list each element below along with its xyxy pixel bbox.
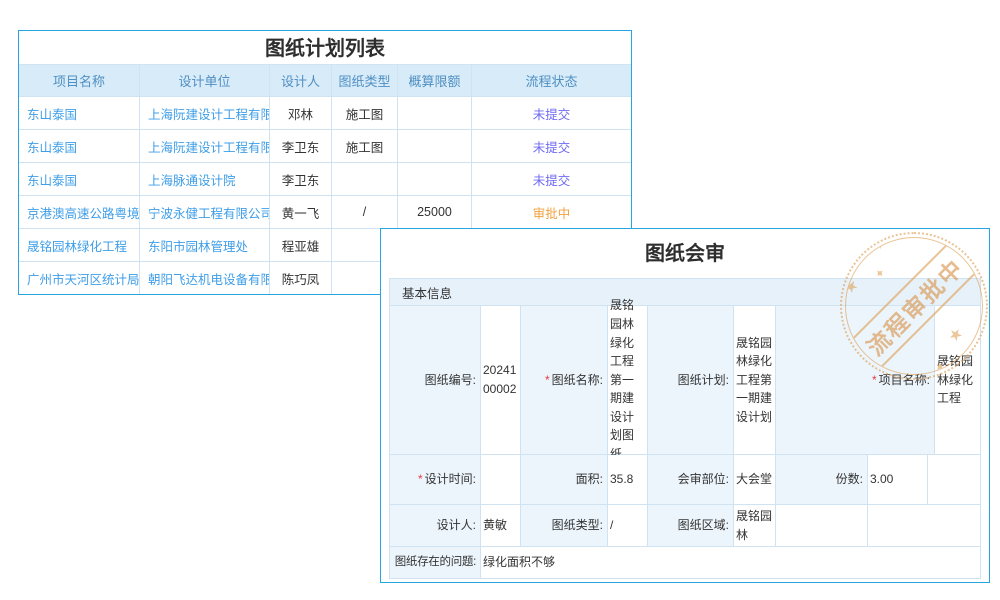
design-unit-link[interactable]: 上海阮建设计工程有限... — [139, 97, 269, 129]
field-label-text: 图纸编号: — [425, 371, 476, 390]
required-asterisk: * — [545, 371, 550, 390]
field-label-text: 面积: — [576, 470, 603, 489]
empty-cell — [927, 455, 980, 504]
form-row: * 设计时间: 面积: 35.8 会审部位: 大会堂 份数: 3.00 — [390, 455, 980, 505]
field-label-text: 项目名称: — [879, 371, 930, 390]
form-row: 图纸存在的问题: 绿化面积不够 — [390, 547, 980, 578]
field-value-design-time — [480, 455, 520, 504]
empty-cell — [867, 505, 980, 546]
field-label-review-location: 会审部位: — [647, 455, 733, 504]
status-link[interactable]: 未提交 — [471, 130, 631, 162]
field-value-drawing-type: / — [607, 505, 647, 546]
project-name-link[interactable]: 京港澳高速公路粤境... — [19, 196, 139, 228]
field-label-drawing-problems: 图纸存在的问题: — [390, 547, 480, 578]
field-label-drawing-plan: 图纸计划: — [647, 306, 733, 454]
designer-cell: 陈巧凤 — [269, 262, 331, 294]
design-unit-link[interactable]: 宁波永健工程有限公司 — [139, 196, 269, 228]
review-form-panel: 图纸会审 基本信息 图纸编号: 2024100002 * 图纸名称: 晟铭园林绿… — [380, 228, 990, 583]
design-unit-link[interactable]: 上海脉通设计院 — [139, 163, 269, 195]
budget-cell — [397, 130, 471, 162]
drawing-type-cell: / — [331, 196, 397, 228]
designer-cell: 李卫东 — [269, 163, 331, 195]
budget-cell — [397, 163, 471, 195]
field-label-text: 份数: — [836, 470, 863, 489]
field-label-text: 设计人: — [437, 516, 476, 535]
table-row: 东山泰国 上海脉通设计院 李卫东 未提交 — [19, 162, 631, 195]
field-label-design-time: * 设计时间: — [390, 455, 480, 504]
field-label-text: 图纸区域: — [678, 516, 729, 535]
field-value-drawing-number: 2024100002 — [480, 306, 520, 454]
designer-cell: 程亚雄 — [269, 229, 331, 261]
field-label-drawing-region: 图纸区域: — [647, 505, 733, 546]
project-name-link[interactable]: 东山泰国 — [19, 130, 139, 162]
field-value-drawing-name: 晟铭园林绿化工程第一期建设计划图纸 — [607, 306, 647, 454]
field-label-area: 面积: — [520, 455, 607, 504]
column-header-project-name: 项目名称 — [19, 65, 139, 96]
field-label-designer: 设计人: — [390, 505, 480, 546]
column-header-drawing-type: 图纸类型 — [331, 65, 397, 96]
project-name-link[interactable]: 广州市天河区统计局... — [19, 262, 139, 294]
designer-cell: 李卫东 — [269, 130, 331, 162]
project-name-link[interactable]: 晟铭园林绿化工程 — [19, 229, 139, 261]
form-row: 设计人: 黄敏 图纸类型: / 图纸区域: 晟铭园林 — [390, 505, 980, 547]
form-row: 图纸编号: 2024100002 * 图纸名称: 晟铭园林绿化工程第一期建设计划… — [390, 306, 980, 455]
table-row: 东山泰国 上海阮建设计工程有限... 邓林 施工图 未提交 — [19, 96, 631, 129]
budget-cell — [397, 97, 471, 129]
field-value-designer: 黄敏 — [480, 505, 520, 546]
required-asterisk: * — [418, 470, 423, 489]
designer-cell: 黄一飞 — [269, 196, 331, 228]
project-name-link[interactable]: 东山泰国 — [19, 97, 139, 129]
required-asterisk: * — [872, 371, 877, 390]
review-form-table: 图纸编号: 2024100002 * 图纸名称: 晟铭园林绿化工程第一期建设计划… — [389, 306, 981, 579]
design-unit-link[interactable]: 上海阮建设计工程有限... — [139, 130, 269, 162]
status-link[interactable]: 未提交 — [471, 163, 631, 195]
basic-info-section-header: 基本信息 — [389, 278, 981, 306]
field-label-copies: 份数: — [775, 455, 867, 504]
field-label-drawing-name: * 图纸名称: — [520, 306, 607, 454]
budget-cell: 25000 — [397, 196, 471, 228]
empty-cell — [775, 505, 867, 546]
drawing-type-cell: 施工图 — [331, 130, 397, 162]
field-label-text: 会审部位: — [678, 470, 729, 489]
design-unit-link[interactable]: 朝阳飞达机电设备有限... — [139, 262, 269, 294]
field-label-text: 设计时间: — [425, 470, 476, 489]
field-value-review-location: 大会堂 — [733, 455, 775, 504]
field-value-drawing-plan: 晟铭园林绿化工程第一期建设计划 — [733, 306, 775, 454]
project-name-link[interactable]: 东山泰国 — [19, 163, 139, 195]
field-value-drawing-problems: 绿化面积不够 — [480, 547, 980, 578]
status-link[interactable]: 审批中 — [471, 196, 631, 228]
field-label-text: 图纸存在的问题: — [395, 554, 476, 572]
field-value-area: 35.8 — [607, 455, 647, 504]
field-label-text: 图纸类型: — [552, 516, 603, 535]
plan-list-title: 图纸计划列表 — [19, 31, 631, 64]
field-value-copies: 3.00 — [867, 455, 927, 504]
plan-table-header: 项目名称 设计单位 设计人 图纸类型 概算限额 流程状态 — [19, 64, 631, 96]
field-label-text: 图纸计划: — [678, 371, 729, 390]
table-row: 东山泰国 上海阮建设计工程有限... 李卫东 施工图 未提交 — [19, 129, 631, 162]
table-row: 京港澳高速公路粤境... 宁波永健工程有限公司 黄一飞 / 25000 审批中 — [19, 195, 631, 228]
design-unit-link[interactable]: 东阳市园林管理处 — [139, 229, 269, 261]
field-value-drawing-region: 晟铭园林 — [733, 505, 775, 546]
column-header-designer: 设计人 — [269, 65, 331, 96]
column-header-design-unit: 设计单位 — [139, 65, 269, 96]
column-header-flow-status: 流程状态 — [471, 65, 631, 96]
designer-cell: 邓林 — [269, 97, 331, 129]
column-header-budget-limit: 概算限额 — [397, 65, 471, 96]
field-label-text: 图纸名称: — [552, 371, 603, 390]
field-label-drawing-number: 图纸编号: — [390, 306, 480, 454]
status-link[interactable]: 未提交 — [471, 97, 631, 129]
field-label-drawing-type: 图纸类型: — [520, 505, 607, 546]
drawing-type-cell — [331, 163, 397, 195]
field-value-project-name: 晟铭园林绿化工程 — [934, 306, 980, 454]
review-form-title: 图纸会审 — [381, 239, 989, 269]
drawing-type-cell: 施工图 — [331, 97, 397, 129]
field-label-project-name: * 项目名称: — [775, 306, 934, 454]
